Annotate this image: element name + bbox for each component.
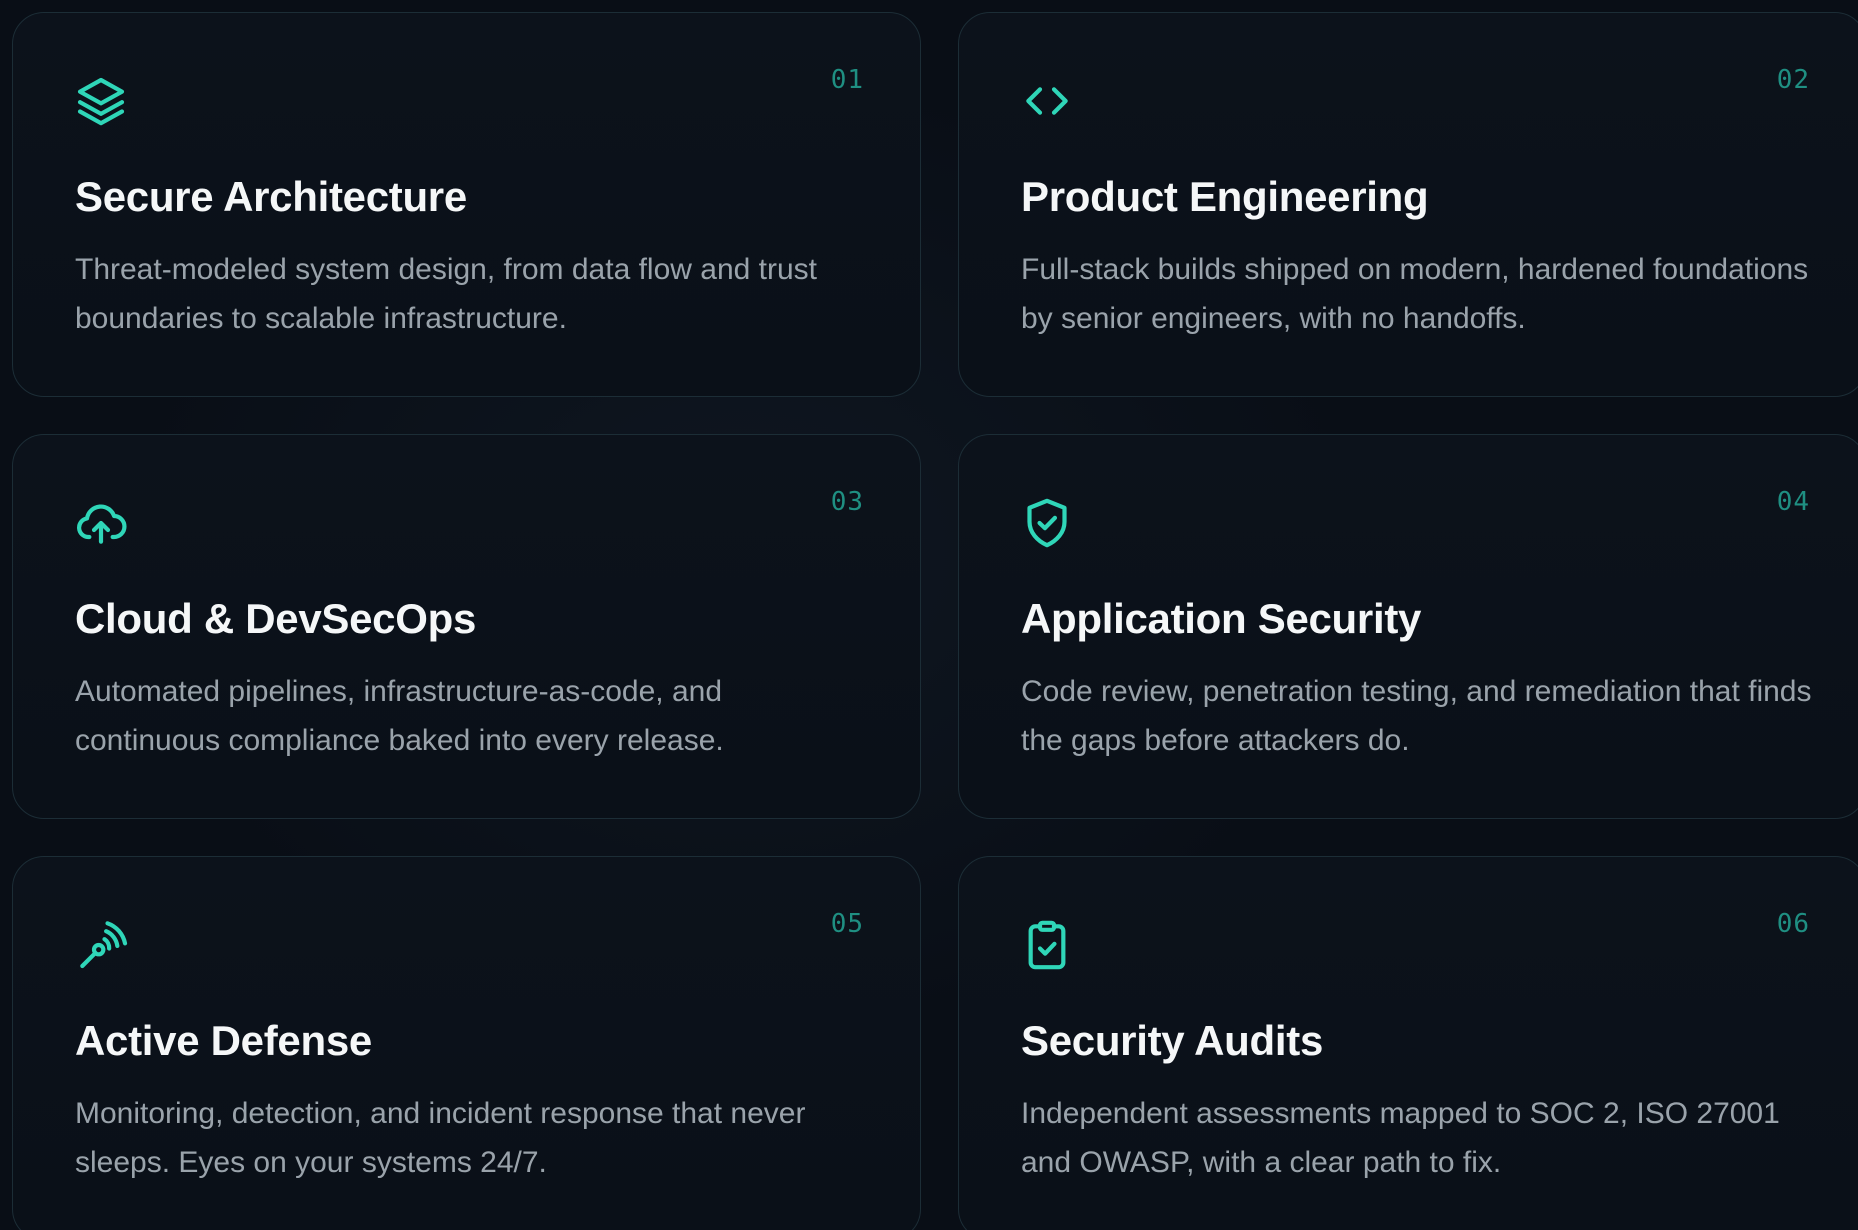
card-title: Active Defense xyxy=(75,1017,372,1064)
clipboard-check-icon xyxy=(1019,917,1075,973)
card-description: Full-stack builds shipped on modern, har… xyxy=(1021,253,1809,335)
card-number: 01 xyxy=(830,65,864,95)
card-description: Threat-modeled system design, from data … xyxy=(75,253,818,335)
radar-icon xyxy=(73,917,129,973)
layers-icon xyxy=(73,73,129,129)
card-title: Cloud & DevSecOps xyxy=(75,595,476,642)
service-card-secure-architecture[interactable]: 01 Secure Architecture Threat-modeled sy… xyxy=(12,12,921,397)
services-page: 01 Secure Architecture Threat-modeled sy… xyxy=(0,0,1858,1230)
service-card-active-defense[interactable]: 05 Active Defense Monitoring, detection,… xyxy=(12,856,921,1230)
card-title: Security Audits xyxy=(1021,1017,1324,1064)
cloud-upload-icon xyxy=(73,495,129,551)
service-card-security-audits[interactable]: 06 Security Audits Independent assessmen… xyxy=(958,856,1858,1230)
card-description: Automated pipelines, infrastructure-as-c… xyxy=(75,675,724,757)
service-card-cloud-devsecops[interactable]: 03 Cloud & DevSecOps Automated pipelines… xyxy=(12,434,921,819)
code-icon xyxy=(1019,73,1075,129)
service-card-application-security[interactable]: 04 Application Security Code review, pen… xyxy=(958,434,1858,819)
service-card-product-engineering[interactable]: 02 Product Engineering Full-stack builds… xyxy=(958,12,1858,397)
card-number: 03 xyxy=(830,487,864,517)
card-description: Code review, penetration testing, and re… xyxy=(1021,675,1812,757)
card-title: Product Engineering xyxy=(1021,173,1429,220)
card-title: Secure Architecture xyxy=(75,173,467,220)
card-number: 04 xyxy=(1776,487,1810,517)
services-grid: 01 Secure Architecture Threat-modeled sy… xyxy=(12,12,1858,1230)
card-number: 02 xyxy=(1776,65,1810,95)
card-title: Application Security xyxy=(1021,595,1422,642)
shield-check-icon xyxy=(1019,495,1075,551)
card-number: 06 xyxy=(1776,909,1810,939)
card-description: Independent assessments mapped to SOC 2,… xyxy=(1021,1097,1780,1179)
card-number: 05 xyxy=(830,909,864,939)
card-description: Monitoring, detection, and incident resp… xyxy=(75,1097,806,1179)
